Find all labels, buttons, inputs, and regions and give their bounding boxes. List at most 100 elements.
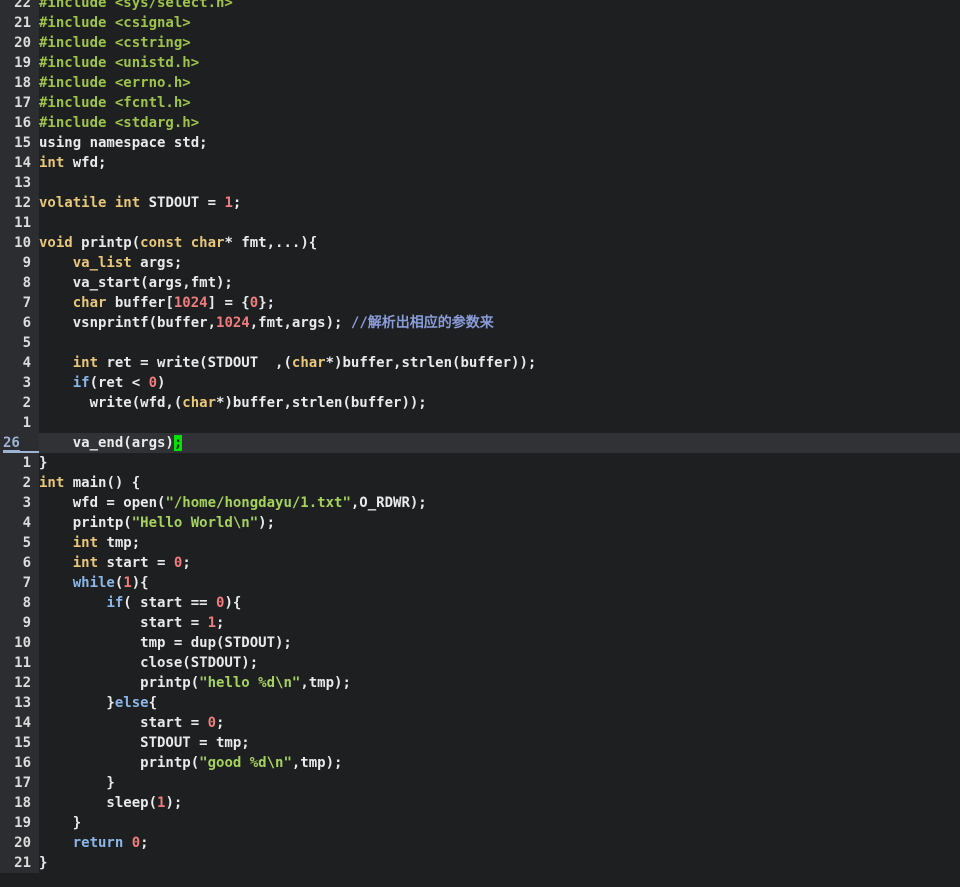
code-line[interactable]: 20 #include <cstring> (0, 33, 960, 53)
code-text[interactable]: #include <sys/select.h> (39, 0, 233, 13)
code-text[interactable]: close(STDOUT); (39, 653, 258, 673)
code-line[interactable]: 4 printp("Hello World\n"); (0, 513, 960, 533)
code-text[interactable]: while(1){ (39, 573, 149, 593)
code-line[interactable]: 16 #include <stdarg.h> (0, 113, 960, 133)
code-line[interactable]: 21 #include <csignal> (0, 13, 960, 33)
code-line[interactable]: 2 int main() { (0, 473, 960, 493)
code-text[interactable]: } (39, 773, 114, 793)
code-line[interactable]: 11 (0, 213, 960, 233)
code-text[interactable]: start = 1; (39, 613, 224, 633)
code-line[interactable]: 5 (0, 333, 960, 353)
code-token: ( start == (123, 595, 217, 611)
line-number-gutter: 7 (0, 293, 39, 313)
code-text[interactable]: printp("good %d\n",tmp); (39, 753, 342, 773)
code-text[interactable]: STDOUT = tmp; (39, 733, 250, 753)
text-cursor[interactable]: ; (173, 435, 183, 451)
code-line[interactable]: 22 #include <sys/select.h> (0, 0, 960, 13)
code-token: tmp; (98, 535, 141, 551)
code-line[interactable]: 3 if(ret < 0) (0, 373, 960, 393)
code-text[interactable]: va_list args; (39, 253, 183, 273)
code-line[interactable]: 12 printp("hello %d\n",tmp); (0, 673, 960, 693)
code-line[interactable]: 6 int start = 0; (0, 553, 960, 573)
code-text[interactable]: int wfd; (39, 153, 106, 173)
code-line[interactable]: 16 printp("good %d\n",tmp); (0, 753, 960, 773)
code-line[interactable]: 9 start = 1; (0, 613, 960, 633)
code-line[interactable]: 5 int tmp; (0, 533, 960, 553)
code-text[interactable]: }else{ (39, 693, 157, 713)
code-text[interactable]: write(wfd,(char*)buffer,strlen(buffer)); (39, 393, 427, 413)
code-line[interactable]: 3 wfd = open("/home/hongdayu/1.txt",O_RD… (0, 493, 960, 513)
code-text[interactable]: #include <stdarg.h> (39, 113, 199, 133)
code-text[interactable]: tmp = dup(STDOUT); (39, 633, 292, 653)
code-line[interactable]: 7 char buffer[1024] = {0}; (0, 293, 960, 313)
code-line[interactable]: 8 va_start(args,fmt); (0, 273, 960, 293)
code-line[interactable]: 1} (0, 453, 960, 473)
number-token: 0 (207, 715, 217, 731)
code-line[interactable]: 13 (0, 173, 960, 193)
code-text[interactable]: va_end(args); (39, 433, 183, 453)
code-text[interactable]: printp("Hello World\n"); (39, 513, 275, 533)
code-text[interactable]: #include <cstring> (39, 33, 191, 53)
code-text[interactable]: volatile int STDOUT = 1; (39, 193, 241, 213)
code-line[interactable]: 6 vsnprintf(buffer,1024,fmt,args); //解析出… (0, 313, 960, 333)
code-line[interactable]: 17 } (0, 773, 960, 793)
line-number: 16 (14, 115, 31, 131)
code-text[interactable]: return 0; (39, 833, 149, 853)
code-text[interactable]: int tmp; (39, 533, 140, 553)
code-text[interactable]: int main() { (39, 473, 140, 493)
code-line[interactable]: 19 } (0, 813, 960, 833)
code-line-current[interactable]: 26 va_end(args); (0, 433, 960, 453)
code-text[interactable]: } (39, 853, 47, 873)
line-number: 12 (14, 195, 31, 211)
code-editor[interactable]: 22 #include <sys/select.h> 21 #include <csi… (0, 0, 960, 873)
code-text[interactable]: } (39, 813, 81, 833)
code-text[interactable]: #include <fcntl.h> (39, 93, 191, 113)
code-text[interactable]: printp("hello %d\n",tmp); (39, 673, 351, 693)
code-line[interactable]: 10 tmp = dup(STDOUT); (0, 633, 960, 653)
code-line[interactable]: 2 write(wfd,(char*)buffer,strlen(buffer)… (0, 393, 960, 413)
code-line[interactable]: 20 return 0; (0, 833, 960, 853)
code-text[interactable]: if( start == 0){ (39, 593, 241, 613)
code-line[interactable]: 18 #include <errno.h> (0, 73, 960, 93)
code-line[interactable]: 14 start = 0; (0, 713, 960, 733)
code-text[interactable]: using namespace std; (39, 133, 208, 153)
code-text[interactable]: if(ret < 0) (39, 373, 166, 393)
code-line[interactable]: 11 close(STDOUT); (0, 653, 960, 673)
code-text[interactable]: } (39, 453, 47, 473)
code-token: printp( (72, 235, 141, 251)
preprocessor-token: #include <unistd.h> (39, 55, 200, 71)
code-line[interactable]: 15 using namespace std; (0, 133, 960, 153)
code-text[interactable]: sleep(1); (39, 793, 182, 813)
code-line[interactable]: 8 if( start == 0){ (0, 593, 960, 613)
control-keyword-token: while (72, 575, 115, 591)
code-line[interactable]: 9 va_list args; (0, 253, 960, 273)
code-line[interactable]: 17 #include <fcntl.h> (0, 93, 960, 113)
code-text[interactable]: #include <unistd.h> (39, 53, 199, 73)
code-text[interactable]: int start = 0; (39, 553, 191, 573)
line-number: 22 (14, 0, 31, 11)
code-text[interactable]: #include <csignal> (39, 13, 191, 33)
code-text[interactable]: #include <errno.h> (39, 73, 191, 93)
code-text[interactable]: char buffer[1024] = {0}; (39, 293, 275, 313)
code-line[interactable]: 4 int ret = write(STDOUT ,(char*)buffer,… (0, 353, 960, 373)
line-number-gutter: 15 (0, 733, 39, 753)
code-line[interactable]: 12 volatile int STDOUT = 1; (0, 193, 960, 213)
code-line[interactable]: 1 (0, 413, 960, 433)
code-line[interactable]: 19 #include <unistd.h> (0, 53, 960, 73)
code-text[interactable]: vsnprintf(buffer,1024,fmt,args); //解析出相应… (39, 313, 494, 333)
number-token: 0 (148, 375, 158, 391)
code-text[interactable]: va_start(args,fmt); (39, 273, 233, 293)
code-line[interactable]: 15 STDOUT = tmp; (0, 733, 960, 753)
code-line[interactable]: 21} (0, 853, 960, 873)
code-line[interactable]: 7 while(1){ (0, 573, 960, 593)
code-token: * fmt,...){ (224, 235, 318, 251)
code-text[interactable]: wfd = open("/home/hongdayu/1.txt",O_RDWR… (39, 493, 427, 513)
code-line[interactable]: 13 }else{ (0, 693, 960, 713)
code-line[interactable]: 10 void printp(const char* fmt,...){ (0, 233, 960, 253)
code-text[interactable]: void printp(const char* fmt,...){ (39, 233, 317, 253)
line-number-gutter: 8 (0, 593, 39, 613)
code-text[interactable]: start = 0; (39, 713, 224, 733)
code-line[interactable]: 14 int wfd; (0, 153, 960, 173)
code-line[interactable]: 18 sleep(1); (0, 793, 960, 813)
code-text[interactable]: int ret = write(STDOUT ,(char*)buffer,st… (39, 353, 537, 373)
